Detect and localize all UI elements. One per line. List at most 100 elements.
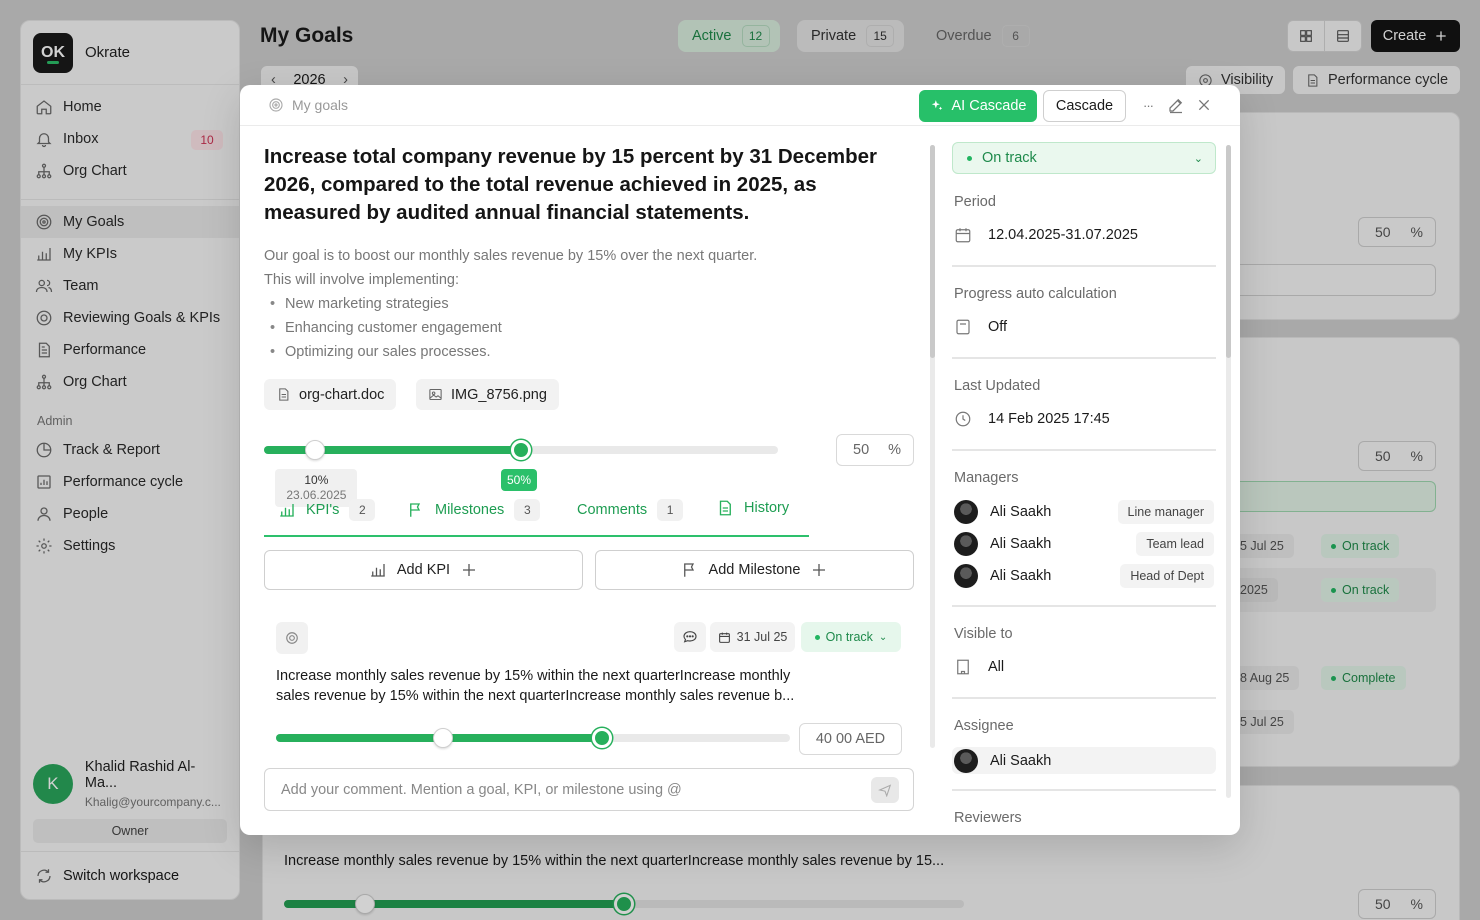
assignee-label: Assignee [954,718,1014,734]
progress-input[interactable]: 50 % [836,434,914,466]
manager-row[interactable]: Ali Saakh Team lead [954,532,1214,556]
period-field[interactable]: 12.04.2025-31.07.2025 [954,226,1138,244]
bar-chart-icon [371,564,385,577]
manager-name: Ali Saakh [990,568,1052,584]
plus-icon [813,564,826,576]
kpi-title[interactable]: Increase monthly sales revenue by 15% wi… [276,666,821,706]
sparkle-icon [931,100,942,111]
kpi-type-icon [276,622,308,654]
comment-button[interactable] [674,622,706,652]
list-item: New marketing strategies [264,292,757,316]
attachment-name: org-chart.doc [299,386,385,403]
attachment-name: IMG_8756.png [451,386,547,403]
divider [952,265,1216,267]
tab-kpis[interactable]: KPI's 2 [278,499,376,521]
visible-to-field[interactable]: All [954,658,1004,676]
goal-progress-fill [264,446,521,454]
scrollbar[interactable] [1226,145,1231,798]
attachment-chip[interactable]: IMG_8756.png [416,379,559,410]
manager-role: Team lead [1136,532,1214,556]
goal-description[interactable]: Our goal is to boost our monthly sales r… [264,244,757,364]
flag-icon [683,563,694,577]
manager-row[interactable]: Ali Saakh Line manager [954,500,1214,524]
status-dot [814,634,820,640]
reviewers-label: Reviewers [954,810,1022,826]
description-text: This will involve implementing: [264,272,460,288]
avatar [954,532,978,556]
manager-name: Ali Saakh [990,504,1052,520]
managers-label: Managers [954,470,1019,486]
calendar-icon [955,228,971,243]
tab-label: History [744,500,790,516]
clock-icon [955,411,971,427]
kpi-value-input[interactable]: 40 00 AED [799,723,902,755]
due-date: 31 Jul 25 [736,630,788,644]
goal-status: On track [982,150,1037,166]
tab-history[interactable]: History [716,499,789,517]
tab-comments[interactable]: Comments 1 [577,499,684,521]
current-progress-tooltip: 50% [501,469,538,491]
visible-to-value: All [988,659,1005,675]
cascade-button[interactable]: Cascade [1043,90,1126,122]
manager-name: Ali Saakh [990,536,1052,552]
auto-calc-value: Off [988,319,1008,335]
previous-progress-handle[interactable] [433,728,454,748]
ai-cascade-button[interactable]: AI Cascade [919,90,1037,122]
due-date-chip[interactable]: 31 Jul 25 [710,622,795,652]
avatar [954,500,978,524]
comment-input[interactable]: Add your comment. Mention a goal, KPI, o… [264,768,914,811]
send-button[interactable] [871,777,899,803]
tab-label: KPI's [306,502,340,518]
manager-row[interactable]: Ali Saakh Head of Dept [954,564,1214,588]
close-icon[interactable] [1194,95,1214,115]
goal-title[interactable]: Increase total company revenue by 15 per… [264,143,904,227]
tab-label: Milestones [435,502,505,518]
tooltip-value: 10% [304,473,329,487]
kpi-status-dropdown[interactable]: On track ⌄ [801,622,901,652]
divider [952,697,1216,699]
divider [952,789,1216,791]
ai-cascade-label: AI Cascade [951,98,1027,114]
attachment-chip[interactable]: org-chart.doc [264,379,397,410]
period-value: 12.04.2025-31.07.2025 [988,227,1138,243]
image-icon [429,388,442,401]
comment-icon [683,631,697,643]
kpi-progress-track[interactable] [276,734,790,742]
tab-label: Comments [577,502,648,518]
goal-detail-modal: My goals AI Cascade Cascade ··· Increase… [240,85,1240,835]
tab-underline [264,535,809,537]
scrollbar[interactable] [930,145,935,748]
goal-status-dropdown[interactable]: On track ⌄ [952,142,1216,174]
kpi-slider-handle[interactable] [592,728,613,748]
period-label: Period [954,194,996,210]
target-icon [286,632,298,644]
kpi-status: On track [825,630,873,644]
add-milestone-button[interactable]: Add Milestone [595,550,914,590]
document-icon [719,500,731,516]
progress-value: 50 [853,442,870,458]
breadcrumb[interactable]: My goals [268,97,348,113]
tab-count: 1 [657,499,684,521]
avatar [954,564,978,588]
percent-icon: % [888,442,901,458]
bar-chart-icon [280,504,294,517]
manager-role: Head of Dept [1120,564,1214,588]
chevron-down-icon: ⌄ [1193,152,1203,165]
add-kpi-button[interactable]: Add KPI [264,550,583,590]
auto-calc-field[interactable]: Off [954,318,1007,336]
plus-icon [463,564,476,576]
building-icon [957,659,969,675]
chevron-down-icon: ⌄ [878,631,888,643]
previous-progress-handle[interactable] [305,440,326,460]
tab-milestones[interactable]: Milestones 3 [407,499,541,521]
assignee-field[interactable]: Ali Saakh [952,747,1216,774]
progress-slider-handle[interactable] [511,440,531,460]
breadcrumb-label: My goals [292,97,349,113]
tab-count: 3 [514,499,541,521]
last-updated-field: 14 Feb 2025 17:45 [954,410,1110,428]
target-icon [269,98,283,112]
more-icon[interactable]: ··· [1138,95,1158,115]
edit-icon[interactable] [1166,95,1186,115]
avatar [954,748,978,773]
manager-role: Line manager [1117,500,1214,524]
